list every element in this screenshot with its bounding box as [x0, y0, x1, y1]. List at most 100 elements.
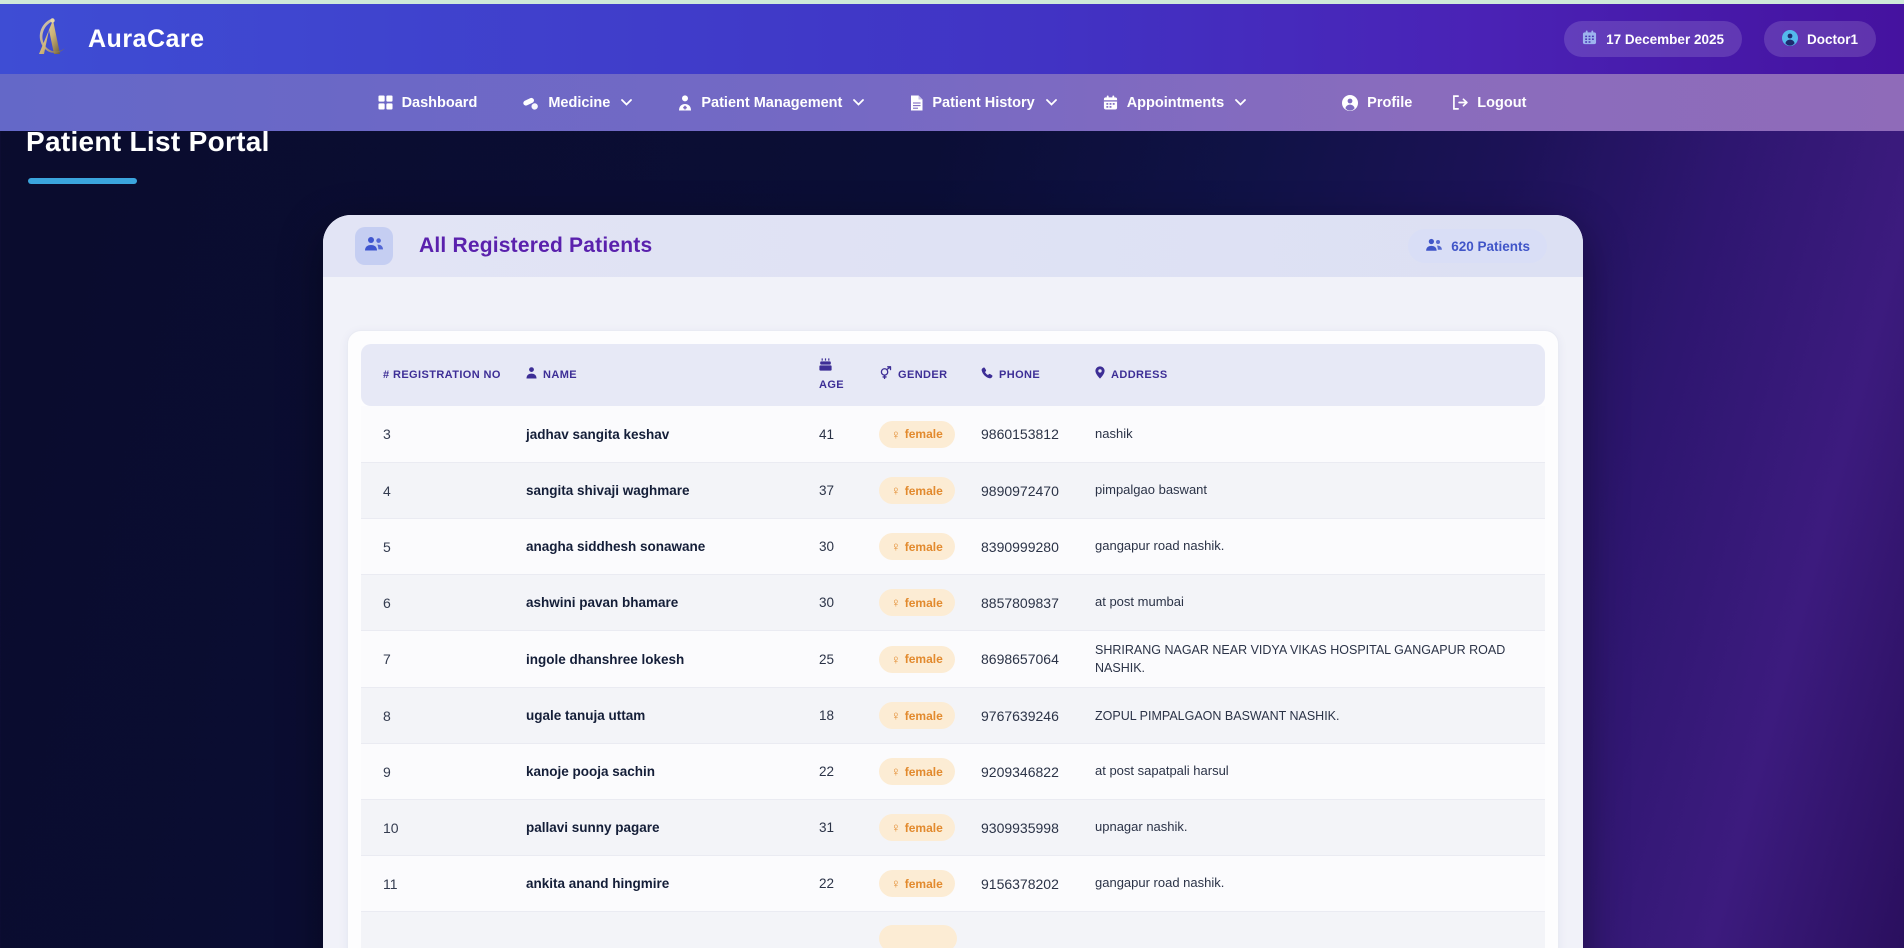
gender-badge: ♀female — [879, 870, 955, 897]
table-row[interactable]: 8 ugale tanuja uttam 18 ♀female 97676392… — [361, 687, 1545, 743]
column-header-phone[interactable]: PHONE — [969, 359, 1083, 392]
cell-gender: ♀female — [867, 860, 969, 907]
female-symbol-icon: ♀ — [891, 820, 901, 835]
cell-phone: 9767639246 — [969, 698, 1083, 734]
patient-count-badge: 620 Patients — [1408, 229, 1547, 263]
table-row[interactable]: 3 jadhav sangita keshav 41 ♀female 98601… — [361, 406, 1545, 462]
patient-count-text: 620 Patients — [1451, 239, 1530, 254]
nav-item-appointments[interactable]: Appointments — [1103, 95, 1246, 111]
table-row[interactable]: 5 anagha siddhesh sonawane 30 ♀female 83… — [361, 518, 1545, 574]
nav-group-main: Dashboard Medicine Patient Management — [378, 95, 1247, 111]
user-pill[interactable]: Doctor1 — [1764, 21, 1876, 57]
page-title: Patient List Portal — [26, 126, 270, 158]
birthday-cake-icon — [819, 358, 832, 376]
table-row[interactable]: 6 ashwini pavan bhamare 30 ♀female 88578… — [361, 574, 1545, 630]
gender-text: female — [905, 709, 943, 723]
cell-name: sangita shivaji waghmare — [514, 473, 807, 508]
date-pill: 17 December 2025 — [1564, 21, 1742, 57]
table-row[interactable]: 11 ankita anand hingmire 22 ♀female 9156… — [361, 855, 1545, 911]
chevron-down-icon — [1046, 99, 1057, 106]
pills-icon — [523, 95, 539, 110]
cell-name: ingole dhanshree lokesh — [514, 642, 807, 677]
female-symbol-icon: ♀ — [891, 764, 901, 779]
column-header-gender[interactable]: GENDER — [867, 358, 969, 392]
cell-gender — [867, 915, 969, 948]
cell-gender: ♀ female — [867, 804, 969, 851]
gender-text: female — [905, 652, 943, 666]
gender-badge: ♀ female — [879, 421, 955, 448]
chevron-down-icon — [1235, 99, 1246, 106]
gender-text: female — [905, 821, 943, 835]
nav-label: Profile — [1367, 95, 1412, 111]
cell-gender: ♀female — [867, 523, 969, 570]
nav-item-medicine[interactable]: Medicine — [523, 95, 632, 111]
column-header-age[interactable]: AGE — [807, 350, 867, 401]
patients-card: All Registered Patients 620 Patients # R… — [323, 215, 1583, 948]
cell-age: 30 — [807, 585, 867, 620]
nav-item-dashboard[interactable]: Dashboard — [378, 95, 478, 111]
users-icon — [1425, 238, 1443, 255]
cell-age: 18 — [807, 698, 867, 733]
female-symbol-icon: ♀ — [891, 427, 901, 442]
date-text: 17 December 2025 — [1606, 32, 1724, 47]
table-row[interactable]: 9 kanoje pooja sachin 22 ♀female 9209346… — [361, 743, 1545, 799]
users-icon — [364, 236, 384, 257]
cell-phone — [969, 930, 1083, 948]
nav-label: Medicine — [548, 95, 610, 111]
brand[interactable]: AuraCare — [36, 16, 205, 63]
column-header-address[interactable]: ADDRESS — [1083, 358, 1545, 392]
logout-icon — [1452, 95, 1468, 110]
gender-badge — [879, 925, 957, 948]
column-header-registration-no[interactable]: # REGISTRATION NO — [361, 360, 514, 391]
brand-name: AuraCare — [88, 25, 205, 54]
user-avatar-icon — [1782, 30, 1798, 49]
cell-age: 30 — [807, 529, 867, 564]
gender-badge: ♀ female — [879, 814, 955, 841]
cell-reg-no: 10 — [361, 810, 514, 846]
auracare-logo-icon — [36, 16, 72, 63]
female-symbol-icon: ♀ — [891, 595, 901, 610]
nav-label: Appointments — [1127, 95, 1224, 111]
female-symbol-icon: ♀ — [891, 876, 901, 891]
cell-phone: 9209346822 — [969, 754, 1083, 790]
table-row[interactable]: 4 sangita shivaji waghmare 37 ♀female 98… — [361, 462, 1545, 518]
gender-badge: ♀ female — [879, 589, 955, 616]
nav-item-profile[interactable]: Profile — [1342, 95, 1412, 111]
table-row[interactable]: 10 pallavi sunny pagare 31 ♀female 93099… — [361, 799, 1545, 855]
gender-badge: ♀ female — [879, 702, 955, 729]
card-icon-box — [355, 227, 393, 265]
cell-reg-no: 6 — [361, 585, 514, 621]
nav-label: Dashboard — [402, 95, 478, 111]
cell-age: 37 — [807, 473, 867, 508]
cell-name: anagha siddhesh sonawane — [514, 529, 807, 564]
table-row[interactable]: 7 ingole dhanshree lokesh 25 ♀female 869… — [361, 630, 1545, 687]
user-name: Doctor1 — [1807, 32, 1858, 47]
cell-gender: ♀female — [867, 467, 969, 514]
document-icon — [910, 95, 923, 111]
table-row-partial[interactable] — [361, 911, 1545, 948]
nav-item-patient-history[interactable]: Patient History — [910, 95, 1056, 111]
cell-age: 41 — [807, 417, 867, 452]
cell-reg-no: 7 — [361, 641, 514, 677]
column-label: # REGISTRATION NO — [383, 368, 501, 383]
cell-address: at post mumbai — [1083, 583, 1545, 622]
gender-text: female — [905, 427, 943, 441]
cell-name: kanoje pooja sachin — [514, 754, 807, 789]
cell-address: ZOPUL PIMPALGAON BASWANT NASHIK. — [1083, 697, 1545, 735]
gender-text: female — [905, 540, 943, 554]
cell-address — [1083, 930, 1545, 948]
cell-address: at post sapatpali harsul — [1083, 752, 1545, 791]
nav-item-logout[interactable]: Logout — [1452, 95, 1526, 111]
cell-reg-no: 3 — [361, 416, 514, 452]
column-header-name[interactable]: NAME — [514, 359, 807, 392]
gender-text: female — [905, 596, 943, 610]
cell-name: jadhav sangita keshav — [514, 417, 807, 452]
chevron-down-icon — [853, 99, 864, 106]
cell-phone: 8698657064 — [969, 641, 1083, 677]
patients-table-panel: # REGISTRATION NO NAME AGE GENDER — [347, 330, 1559, 948]
nav-label: Patient Management — [701, 95, 842, 111]
nav-item-patient-management[interactable]: Patient Management — [678, 95, 864, 111]
gender-badge: ♀female — [879, 758, 955, 785]
cell-name: ashwini pavan bhamare — [514, 585, 807, 620]
female-symbol-icon: ♀ — [891, 708, 901, 723]
